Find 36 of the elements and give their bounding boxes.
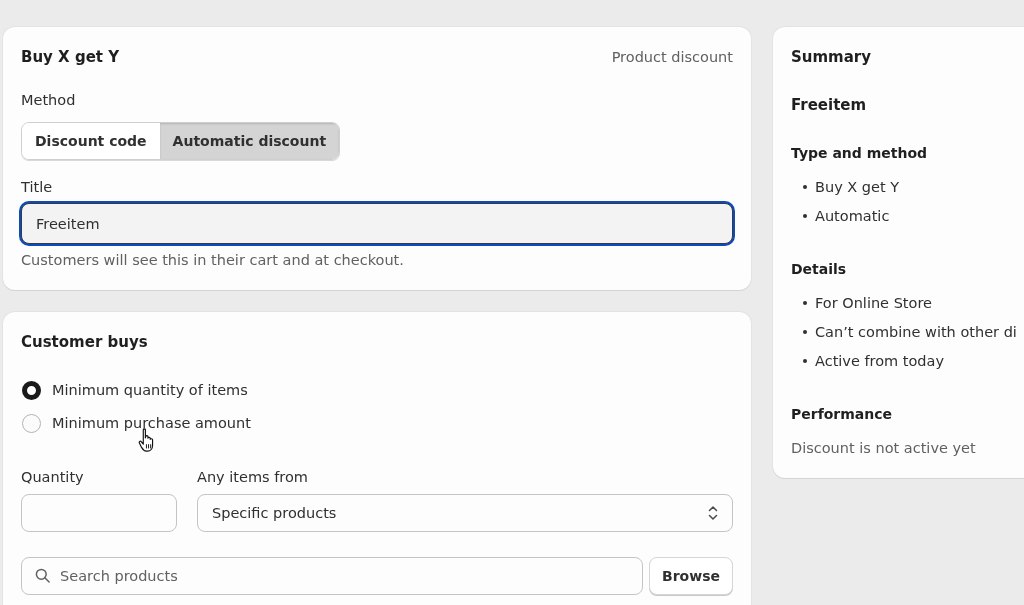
discount-name: Freeitem bbox=[791, 95, 868, 115]
chevron-up-down-icon bbox=[708, 505, 718, 521]
bullet-icon bbox=[803, 301, 807, 305]
field-label: Method bbox=[21, 91, 77, 110]
list-item: Can’t combine with other di bbox=[815, 323, 1017, 342]
performance-text: Discount is not active yet bbox=[791, 439, 977, 458]
field-label: Quantity bbox=[21, 468, 85, 487]
list-item: For Online Store bbox=[815, 294, 932, 313]
radio-label[interactable]: Minimum purchase amount bbox=[52, 413, 251, 433]
card-title: Customer buys bbox=[21, 332, 149, 352]
radio-label[interactable]: Minimum quantity of items bbox=[52, 380, 248, 400]
list-item: Automatic bbox=[815, 207, 890, 226]
list-item: Buy X get Y bbox=[815, 178, 900, 197]
items-select[interactable]: Specific products bbox=[197, 494, 733, 532]
section-heading: Details bbox=[791, 260, 848, 279]
method-option[interactable]: Automatic discount bbox=[159, 123, 340, 159]
bullet-icon bbox=[803, 359, 807, 363]
section-heading: Type and method bbox=[791, 144, 929, 163]
search-field[interactable]: Search products bbox=[21, 557, 643, 595]
help-text: Customers will see this in their cart and at checkout. bbox=[21, 251, 405, 270]
browse-button[interactable]: Browse bbox=[649, 557, 733, 595]
section-heading: Performance bbox=[791, 405, 894, 424]
title-input[interactable]: Freeitem bbox=[21, 203, 733, 244]
quantity-field[interactable] bbox=[21, 494, 177, 532]
field-label: Title bbox=[21, 178, 54, 197]
radio-button[interactable] bbox=[22, 413, 41, 433]
search-icon bbox=[35, 568, 50, 583]
bullet-icon bbox=[803, 330, 807, 334]
card-title: Buy X get Y bbox=[21, 47, 120, 67]
discount-type-label: Product discount bbox=[611, 49, 733, 65]
bullet-icon bbox=[803, 185, 807, 189]
card-title: Summary bbox=[791, 47, 873, 67]
field-label: Any items from bbox=[197, 468, 309, 487]
bullet-icon bbox=[803, 214, 807, 218]
list-item: Active from today bbox=[815, 352, 945, 371]
radio-button[interactable] bbox=[22, 380, 41, 400]
